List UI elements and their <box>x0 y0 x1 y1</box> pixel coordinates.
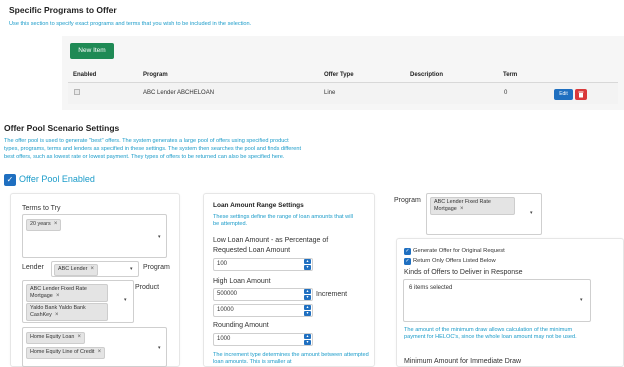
lender-chip-label: ABC Lender <box>58 266 88 272</box>
trash-icon <box>578 91 584 98</box>
close-icon[interactable]: × <box>53 312 59 318</box>
rounding-value: 1000 <box>217 336 231 342</box>
table-row: ABC Lender ABCHELOAN Line 0 Edit <box>68 83 618 104</box>
col-offer-type: Offer Type <box>324 72 354 78</box>
col-program: Program <box>143 72 168 78</box>
close-icon[interactable]: × <box>52 221 58 227</box>
col-enabled: Enabled <box>73 72 97 78</box>
right-program-chip: ABC Lender Fixed Rate Mortgage × <box>430 197 515 216</box>
terms-chip-label: 20 years <box>30 221 51 227</box>
row-term: 0 <box>504 90 508 96</box>
kinds-value: 6 items selected <box>409 285 453 291</box>
product-select[interactable]: Home Equity Loan × Home Equity Line of C… <box>22 327 167 367</box>
chevron-down-icon[interactable]: ▾ <box>130 266 133 272</box>
low-loan-input[interactable]: 100 <box>213 258 313 271</box>
chevron-down-icon[interactable]: ▾ <box>158 234 161 240</box>
low-loan-label: Low Loan Amount - as Percentage of Reque… <box>213 237 329 254</box>
increment-value: 10000 <box>217 307 234 313</box>
scenario-hint-1: The offer pool is used to generate "best… <box>4 138 289 144</box>
programs-hint: Use this section to specify exact progra… <box>9 21 252 27</box>
rounding-label: Rounding Amount <box>213 322 269 329</box>
scenario-title: Offer Pool Scenario Settings <box>4 123 120 133</box>
high-loan-value: 500000 <box>217 291 238 297</box>
close-icon[interactable]: × <box>89 266 95 272</box>
close-icon[interactable]: × <box>54 293 60 299</box>
high-loan-label: High Loan Amount <box>213 278 271 285</box>
program-chip-1: ABC Lender Fixed Rate Mortgage × <box>26 284 108 303</box>
delete-button[interactable] <box>575 89 587 100</box>
rounding-input[interactable]: 1000 <box>213 333 313 346</box>
edit-button[interactable]: Edit <box>554 89 573 100</box>
offer-pool-enabled-checkbox[interactable]: ✓ <box>4 174 16 186</box>
min-draw-label: Minimum Amount for Immediate Draw <box>404 358 522 365</box>
high-loan-input[interactable]: 500000 <box>213 288 313 301</box>
product-chip-2-label: Home Equity Line of Credit <box>30 349 95 355</box>
high-spin-down[interactable]: ▾ <box>304 295 311 300</box>
right-program-label: Program <box>394 197 421 204</box>
increment-spin-down[interactable]: ▾ <box>304 311 311 316</box>
scenario-hint-2: types, programs, terms and lenders as sp… <box>4 146 302 152</box>
row-offer-type: Line <box>324 90 336 96</box>
return-only-checkbox[interactable]: ✓ <box>404 258 411 265</box>
terms-chip: 20 years × <box>26 219 62 231</box>
row-enabled-checkbox[interactable] <box>74 89 80 95</box>
generate-offer-checkbox[interactable]: ✓ <box>404 248 411 255</box>
row-program: ABC Lender ABCHELOAN <box>143 90 215 96</box>
loan-panel-hint: These settings define the range of loan … <box>213 214 353 227</box>
right-program-select[interactable]: ABC Lender Fixed Rate Mortgage × ▾ <box>426 193 542 235</box>
close-icon[interactable]: × <box>76 334 82 340</box>
terms-label: Terms to Try <box>22 205 61 212</box>
product-chip-2: Home Equity Line of Credit × <box>26 347 106 359</box>
increment-input[interactable]: 10000 <box>213 304 313 317</box>
chevron-down-icon[interactable]: ▾ <box>580 297 583 303</box>
kinds-select[interactable]: 6 items selected ▾ <box>403 279 591 322</box>
col-description: Description <box>410 72 444 78</box>
low-spin-down[interactable]: ▾ <box>304 265 311 270</box>
lender-select[interactable]: ABC Lender × ▾ <box>51 261 139 277</box>
scenario-hint-3: best offers, such as lowest rate or lowe… <box>4 154 285 160</box>
chevron-down-icon[interactable]: ▾ <box>124 297 127 303</box>
increment-label: Increment <box>316 291 348 298</box>
terms-select[interactable]: 20 years × ▾ <box>22 214 167 258</box>
loan-panel-title: Loan Amount Range Settings <box>213 202 304 209</box>
draw-hint: The amount of the minimum draw allows ca… <box>404 327 577 340</box>
programs-title: Specific Programs to Offer <box>9 5 117 15</box>
product-chip-1: Home Equity Loan × <box>26 332 86 344</box>
offer-pool-enabled-label: Offer Pool Enabled <box>19 174 95 184</box>
product-chip-1-label: Home Equity Loan <box>30 334 75 340</box>
increment-hint: The increment type determines the amount… <box>213 352 369 365</box>
lender-label: Lender <box>22 264 44 271</box>
kinds-label: Kinds of Offers to Deliver in Response <box>404 269 523 276</box>
generate-offer-label: Generate Offer for Original Request <box>413 248 505 254</box>
return-only-label: Return Only Offers Listed Below <box>413 258 496 264</box>
col-term: Term <box>503 72 518 78</box>
lender-chip: ABC Lender × <box>54 264 99 276</box>
rounding-spin-down[interactable]: ▾ <box>304 340 311 345</box>
program-label: Program <box>143 264 170 271</box>
low-loan-value: 100 <box>217 261 228 267</box>
close-icon[interactable]: × <box>458 206 464 212</box>
close-icon[interactable]: × <box>96 349 102 355</box>
chevron-down-icon[interactable]: ▾ <box>158 345 161 351</box>
program-chip-2: Yaldo Bank Yaldo Bank CashKey × <box>26 303 108 322</box>
product-label: Product <box>135 284 160 291</box>
new-item-button[interactable]: New Item <box>70 43 114 59</box>
chevron-down-icon[interactable]: ▾ <box>530 210 533 216</box>
program-select[interactable]: ABC Lender Fixed Rate Mortgage × Yaldo B… <box>22 280 134 323</box>
